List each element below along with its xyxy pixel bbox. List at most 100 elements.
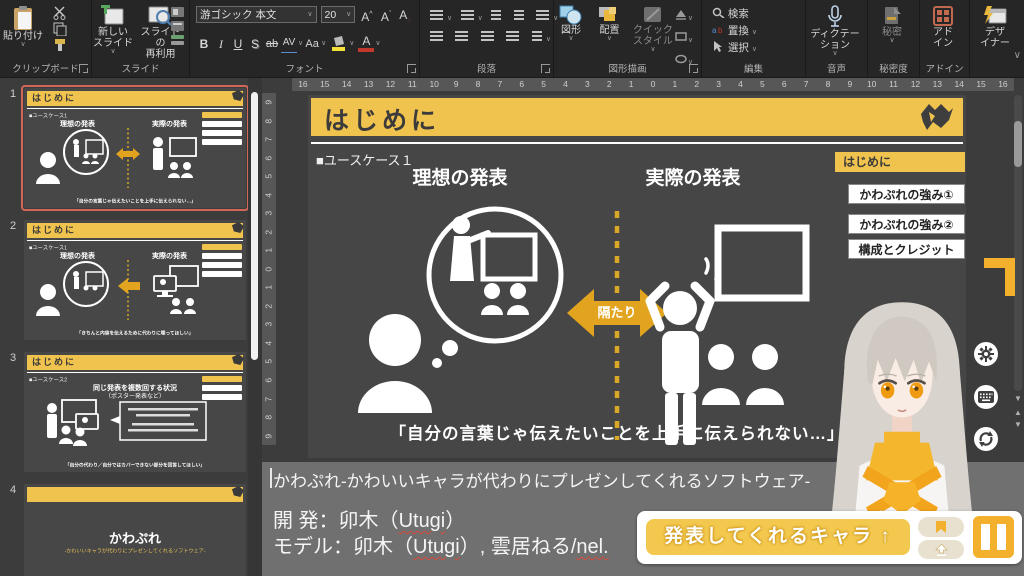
align-center-icon[interactable]: [455, 31, 468, 33]
flag-button[interactable]: [918, 517, 964, 537]
ruler-number: 2: [598, 78, 620, 91]
pause-bar-icon: [997, 524, 1006, 550]
font-dialog-launcher-icon[interactable]: [407, 64, 416, 73]
increase-indent-icon[interactable]: [514, 10, 524, 12]
chevron-down-icon: ∨: [447, 15, 452, 22]
increase-font-icon[interactable]: A^: [359, 6, 374, 30]
replace-button[interactable]: ab 置換 ∨: [712, 23, 805, 40]
pause-button[interactable]: [970, 513, 1017, 561]
ruler-number: 10: [861, 78, 883, 91]
font-size-select[interactable]: 20∨: [321, 6, 356, 23]
thumbnail-slide-4[interactable]: かわぷれ -かわいいキャラが代わりにプレゼンしてくれるソフトウェア-: [24, 484, 246, 576]
settings-button[interactable]: [974, 342, 998, 366]
clipboard-group-label: クリップボード: [0, 61, 91, 75]
slide-reset-icon[interactable]: [170, 20, 185, 32]
highlight-color-icon[interactable]: [330, 36, 348, 52]
scroll-down-icon[interactable]: ▼: [1012, 394, 1024, 403]
ruler-number: 15: [314, 78, 336, 91]
sensitivity-button[interactable]: 秘密∨: [868, 0, 916, 44]
drawing-dialog-launcher-icon[interactable]: [689, 64, 698, 73]
text-shadow-button[interactable]: S: [247, 35, 263, 53]
thumbnail-slide-2[interactable]: はじめに ■ユースケース1 理想の発表 実際の発表: [24, 220, 246, 340]
change-case-button[interactable]: Aa: [304, 35, 320, 53]
main-scrollbar-thumb[interactable]: [1014, 121, 1022, 167]
keyboard-button[interactable]: [974, 385, 998, 409]
chevron-down-icon: ∨: [346, 12, 351, 18]
microphone-icon: [827, 5, 843, 29]
arrange-button[interactable]: 配置∨: [592, 0, 626, 42]
line-spacing-icon[interactable]: [536, 10, 549, 12]
numbered-list-icon[interactable]: [461, 10, 474, 12]
slide-layout-icon[interactable]: [170, 6, 185, 18]
chevron-down-icon: ∨: [321, 41, 326, 47]
new-slide-button[interactable]: 新しい スライド∨: [92, 0, 134, 55]
ruler-number: 0: [260, 262, 279, 276]
nav-button-credits[interactable]: 構成とクレジット: [848, 239, 965, 259]
nav-button-strength-1[interactable]: かわぷれの強み①: [848, 184, 965, 204]
decrease-indent-icon[interactable]: [491, 10, 501, 12]
ruler-number: 13: [926, 78, 948, 91]
nav-button-hajimeni[interactable]: はじめに: [835, 152, 965, 172]
italic-button[interactable]: I: [213, 35, 229, 53]
bullet-list-icon[interactable]: [430, 10, 443, 12]
shapes-button[interactable]: 図形∨: [554, 0, 588, 42]
strikethrough-button[interactable]: ab: [264, 35, 280, 53]
find-button[interactable]: 検索: [712, 6, 805, 23]
select-button[interactable]: 選択 ∨: [712, 40, 805, 57]
shape-outline-icon[interactable]: [674, 31, 688, 42]
dictation-button[interactable]: ディクテー ション∨: [806, 0, 864, 57]
main-scrollbar-track[interactable]: [1014, 95, 1022, 391]
find-label: 検索: [728, 8, 749, 20]
cut-icon[interactable]: [52, 6, 68, 20]
collapse-ribbon-icon[interactable]: ∨: [1014, 53, 1021, 59]
bold-button[interactable]: B: [196, 35, 212, 53]
character-spacing-button[interactable]: AV: [281, 34, 297, 53]
thumbnail-scrollbar[interactable]: [251, 92, 258, 360]
thumbnail-slide-3[interactable]: はじめに ■ユースケース2 同じ発表を複数回する状況 （ポスター発表など） 「自…: [24, 352, 246, 472]
decrease-font-icon[interactable]: Aˇ: [378, 6, 393, 30]
ruler-number: 13: [358, 78, 380, 91]
clear-formatting-icon[interactable]: A◌: [398, 6, 413, 30]
underline-button[interactable]: U: [230, 35, 246, 53]
paste-button[interactable]: 貼り付け ∨: [0, 0, 46, 48]
thumbnail-caption: 「きちんと内容を伝えるために代わりに喋ってほしい」: [48, 329, 221, 336]
stressed-person-figure: [650, 259, 719, 445]
addins-group-label: アドイン: [920, 61, 969, 75]
font-color-icon[interactable]: A: [358, 35, 374, 52]
vertical-ruler[interactable]: 9876543210123456789: [262, 93, 276, 445]
next-slide-icon[interactable]: ▼: [1012, 420, 1024, 429]
copy-icon[interactable]: [52, 22, 68, 36]
addins-button[interactable]: アド イン: [920, 0, 966, 49]
ruler-number: 9: [260, 95, 279, 109]
thumbnail-title: はじめに: [27, 223, 243, 238]
align-left-icon[interactable]: [430, 31, 443, 33]
horizontal-ruler[interactable]: 1615141312111098765432101234567891011121…: [292, 78, 1014, 91]
nav-button-strength-2[interactable]: かわぷれの強み②: [848, 214, 965, 234]
upload-button[interactable]: [918, 540, 964, 559]
clipboard-dialog-launcher-icon[interactable]: [79, 64, 88, 73]
designer-button[interactable]: デザ イナー: [970, 0, 1020, 49]
justify-icon[interactable]: [506, 31, 519, 33]
ruler-number: 5: [751, 78, 773, 91]
thumbnail-number: 1: [10, 88, 16, 100]
ruler-number: 16: [292, 78, 314, 91]
ruler-number: 5: [260, 169, 279, 183]
previous-slide-icon[interactable]: ▲: [1012, 408, 1024, 417]
ruler-number: 9: [839, 78, 861, 91]
shape-fill-icon[interactable]: [674, 9, 688, 20]
reload-button[interactable]: [974, 427, 998, 451]
quick-styles-button[interactable]: クイック スタイル∨: [631, 0, 675, 53]
paragraph-group-label: 段落: [420, 61, 553, 75]
ruler-number: 15: [970, 78, 992, 91]
paragraph-dialog-launcher-icon[interactable]: [541, 64, 550, 73]
format-painter-icon[interactable]: [52, 38, 68, 52]
chevron-down-icon: ∨: [110, 49, 115, 55]
thumbnail-slide-1[interactable]: はじめに ■ユースケース1 理想の発表 実際の発表: [24, 88, 246, 208]
chevron-down-icon: ∨: [546, 36, 551, 43]
slide-section-icon[interactable]: [170, 34, 185, 46]
columns-icon[interactable]: [532, 31, 542, 33]
font-name-select[interactable]: 游ゴシック 本文∨: [196, 6, 317, 23]
thumbnail-number: 2: [10, 220, 16, 232]
thumbnail-number: 4: [10, 484, 16, 496]
align-right-icon[interactable]: [481, 31, 494, 33]
